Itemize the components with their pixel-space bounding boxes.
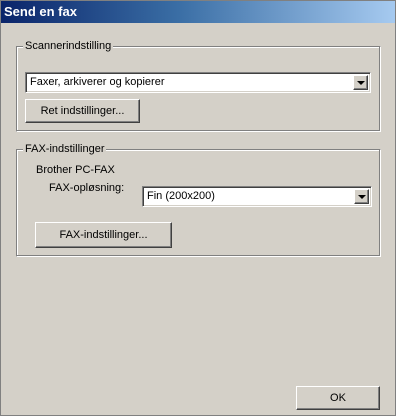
- fax-settings-button[interactable]: FAX-indstillinger...: [35, 222, 172, 248]
- scanner-mode-select[interactable]: Faxer, arkiverer og kopierer: [25, 72, 371, 93]
- chevron-down-icon: [357, 81, 365, 85]
- fax-resolution-select[interactable]: Fin (200x200): [142, 186, 372, 207]
- send-fax-dialog: Send en fax Scannerindstilling Faxer, ar…: [0, 0, 396, 416]
- fax-settings-group-label: FAX-indstillinger: [23, 143, 107, 156]
- window-title: Send en fax: [4, 4, 77, 19]
- ok-button[interactable]: OK: [296, 386, 380, 410]
- fax-resolution-dropdown-button[interactable]: [354, 189, 369, 204]
- title-bar: Send en fax: [1, 1, 395, 23]
- fax-settings-group: FAX-indstillinger Brother PC-FAX FAX-opl…: [16, 143, 381, 257]
- scanner-settings-group-label: Scannerindstilling: [23, 40, 114, 53]
- fax-device-name: Brother PC-FAX: [36, 164, 115, 176]
- fax-resolution-value: Fin (200x200): [147, 190, 215, 202]
- scanner-mode-value: Faxer, arkiverer og kopierer: [30, 76, 165, 88]
- chevron-down-icon: [358, 195, 366, 199]
- scanner-mode-dropdown-button[interactable]: [353, 75, 368, 90]
- fax-resolution-label: FAX-opløsning:: [49, 182, 125, 194]
- edit-settings-button[interactable]: Ret indstillinger...: [25, 99, 140, 123]
- scanner-settings-group: Scannerindstilling Faxer, arkiverer og k…: [16, 40, 381, 132]
